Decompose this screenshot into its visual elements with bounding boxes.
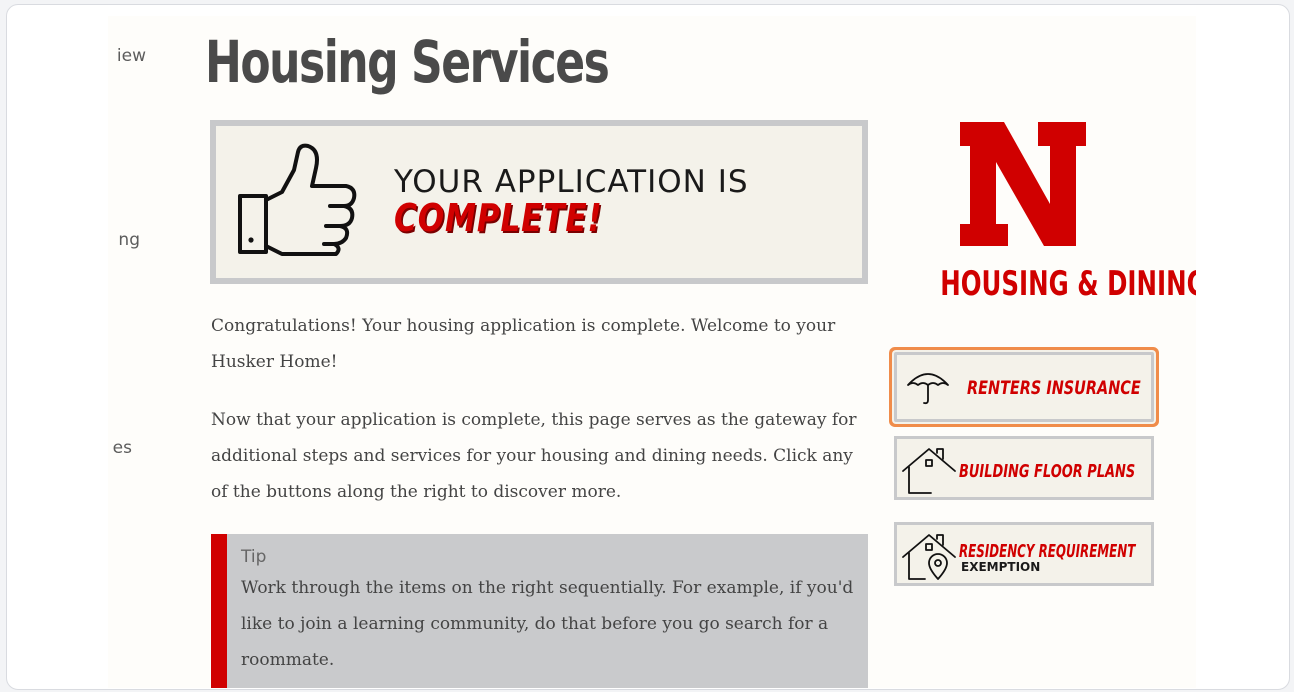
tip-text: Work through the items on the right sequ… xyxy=(241,578,854,670)
page-content: iew ng es Housing Services YOUR APPLICAT… xyxy=(108,16,1196,688)
gateway-paragraph: Now that your application is complete, t… xyxy=(211,410,857,502)
umbrella-icon xyxy=(907,373,949,405)
sidenav-item-dining[interactable]: ng xyxy=(108,230,140,250)
logo-text: HOUSING & DINING xyxy=(940,264,1196,304)
banner-highlight: COMPLETE! xyxy=(394,196,603,240)
housing-dining-logo: HOUSING & DINING xyxy=(908,120,1196,310)
renters-insurance-label: RENTERS INSURANCE xyxy=(967,377,1141,399)
renters-insurance-button[interactable]: RENTERS INSURANCE xyxy=(894,352,1154,422)
sidenav-item-services[interactable]: es xyxy=(108,438,132,458)
nebraska-n-icon xyxy=(960,122,1086,246)
sidenav-item-overview[interactable]: iew xyxy=(108,46,146,66)
house-icon xyxy=(902,448,956,494)
congratulations-paragraph: Congratulations! Your housing applicatio… xyxy=(211,316,836,372)
page-title: Housing Services xyxy=(205,28,610,96)
banner-headline: YOUR APPLICATION IS xyxy=(394,164,749,200)
thumbs-up-icon xyxy=(238,143,357,256)
building-floor-plans-button[interactable]: BUILDING FLOOR PLANS xyxy=(894,436,1154,500)
browser-frame: iew ng es Housing Services YOUR APPLICAT… xyxy=(6,4,1290,690)
exemption-label: EXEMPTION xyxy=(961,560,1041,574)
residency-requirement-exemption-button[interactable]: RESIDENCY REQUIREMENT EXEMPTION xyxy=(894,522,1154,586)
building-floor-plans-label: BUILDING FLOOR PLANS xyxy=(959,461,1136,482)
residency-requirement-label: RESIDENCY REQUIREMENT xyxy=(959,541,1136,562)
tip-callout: Tip Work through the items on the right … xyxy=(211,534,868,688)
application-complete-banner: YOUR APPLICATION IS COMPLETE! xyxy=(210,120,868,284)
house-location-icon xyxy=(902,534,956,580)
tip-label: Tip xyxy=(241,547,267,567)
